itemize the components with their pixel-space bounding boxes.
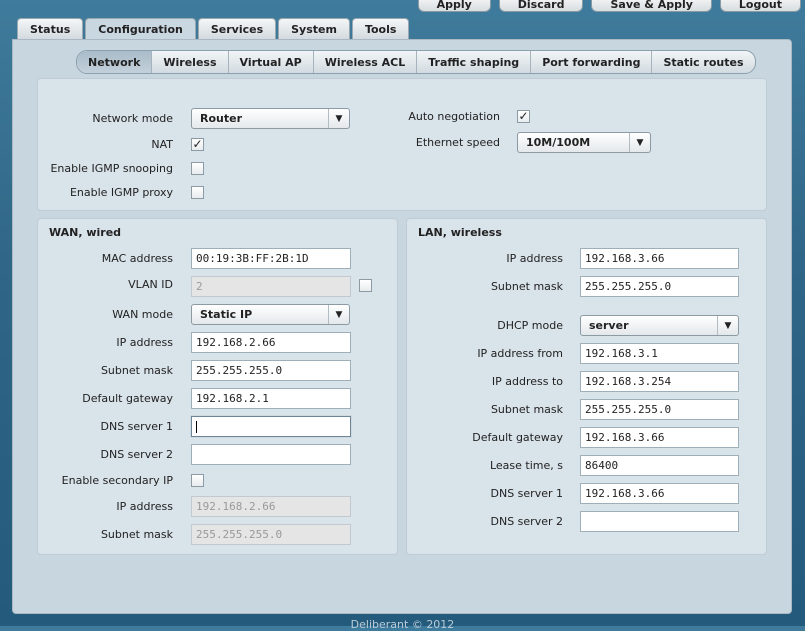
- dhcp-from-input[interactable]: 192.168.3.1: [580, 343, 739, 364]
- wan-mode-select[interactable]: Static IP ▼: [191, 304, 350, 325]
- wan-ip-input[interactable]: 192.168.2.66: [191, 332, 351, 353]
- wan-dns2-input[interactable]: [191, 444, 351, 465]
- sub-tabs: Network Wireless Virtual AP Wireless ACL…: [76, 50, 756, 74]
- wan-dns1-label: DNS server 1: [100, 420, 174, 433]
- logout-button[interactable]: Logout: [719, 0, 801, 12]
- lan-mask-input[interactable]: 255.255.255.0: [580, 276, 739, 297]
- lan-dns2-input[interactable]: [580, 511, 739, 532]
- igmp-proxy-checkbox[interactable]: [191, 186, 204, 199]
- wan-sec-ip-input[interactable]: 192.168.2.66: [191, 496, 351, 517]
- wan-secondary-checkbox[interactable]: [191, 474, 204, 487]
- tab-status[interactable]: Status: [17, 18, 84, 39]
- wan-dns1-input[interactable]: [191, 416, 351, 437]
- lan-ip-input[interactable]: 192.168.3.66: [580, 248, 739, 269]
- text-cursor: [196, 420, 197, 433]
- wan-mac-input[interactable]: 00:19:3B:FF:2B:1D: [191, 248, 351, 269]
- lease-time-input[interactable]: 86400: [580, 455, 739, 476]
- wan-mode-value: Static IP: [200, 308, 253, 321]
- wan-gateway-label: Default gateway: [82, 392, 173, 405]
- wan-gateway-input[interactable]: 192.168.2.1: [191, 388, 351, 409]
- lan-dns1-label: DNS server 1: [490, 487, 564, 500]
- tab-configuration[interactable]: Configuration: [85, 18, 196, 40]
- dhcp-mode-value: server: [589, 319, 629, 332]
- lan-title: LAN, wireless: [418, 226, 502, 239]
- wan-title: WAN, wired: [49, 226, 122, 239]
- auto-negotiation-checkbox[interactable]: ✓: [517, 110, 530, 123]
- dhcp-mask-label: Subnet mask: [490, 403, 563, 416]
- dhcp-mode-select[interactable]: server ▼: [580, 315, 739, 336]
- nat-label: NAT: [151, 138, 173, 151]
- apply-button[interactable]: Apply: [417, 0, 491, 12]
- lan-dns2-label: DNS server 2: [490, 515, 564, 528]
- lan-mask-label: Subnet mask: [490, 280, 563, 293]
- wan-vlan-label: VLAN ID: [128, 278, 173, 291]
- chevron-down-icon: ▼: [717, 316, 738, 335]
- dhcp-mask-input[interactable]: 255.255.255.0: [580, 399, 739, 420]
- wan-mac-label: MAC address: [101, 252, 173, 265]
- tab-services[interactable]: Services: [197, 18, 277, 39]
- ethernet-speed-label: Ethernet speed: [415, 136, 500, 149]
- footer-copyright: Deliberant © 2012: [350, 618, 455, 631]
- network-mode-label: Network mode: [92, 112, 173, 125]
- subtab-port-forwarding[interactable]: Port forwarding: [531, 51, 653, 73]
- top-action-bar: Apply Discard Save & Apply Logout: [417, 0, 801, 12]
- lan-dns1-input[interactable]: 192.168.3.66: [580, 483, 739, 504]
- wan-vlan-input[interactable]: 2: [191, 276, 351, 297]
- nat-checkbox[interactable]: ✓: [191, 138, 204, 151]
- chevron-down-icon: ▼: [328, 109, 349, 128]
- dhcp-from-label: IP address from: [477, 347, 563, 360]
- subtab-network[interactable]: Network: [77, 51, 153, 73]
- wan-mask-input[interactable]: 255.255.255.0: [191, 360, 351, 381]
- tab-tools[interactable]: Tools: [351, 18, 410, 39]
- dhcp-to-label: IP address to: [491, 375, 563, 388]
- dhcp-mode-label: DHCP mode: [497, 319, 563, 332]
- subtab-virtual-ap[interactable]: Virtual AP: [229, 51, 314, 73]
- auto-negotiation-label: Auto negotiation: [408, 110, 500, 123]
- main-tabs: Status Configuration Services System Too…: [17, 18, 410, 40]
- ethernet-speed-select[interactable]: 10M/100M ▼: [517, 132, 651, 153]
- chevron-down-icon: ▼: [328, 305, 349, 324]
- igmp-proxy-label: Enable IGMP proxy: [69, 186, 173, 199]
- chevron-down-icon: ▼: [629, 133, 650, 152]
- wan-vlan-checkbox[interactable]: [359, 279, 372, 292]
- network-mode-value: Router: [200, 112, 243, 125]
- discard-button[interactable]: Discard: [498, 0, 584, 12]
- subtab-wireless-acl[interactable]: Wireless ACL: [314, 51, 418, 73]
- subtab-wireless[interactable]: Wireless: [152, 51, 229, 73]
- dhcp-gateway-input[interactable]: 192.168.3.66: [580, 427, 739, 448]
- wan-sec-mask-input[interactable]: 255.255.255.0: [191, 524, 351, 545]
- wan-sec-ip-label: IP address: [116, 500, 173, 513]
- wan-dns2-label: DNS server 2: [100, 448, 174, 461]
- igmp-snooping-label: Enable IGMP snooping: [50, 162, 173, 175]
- network-mode-select[interactable]: Router ▼: [191, 108, 350, 129]
- wan-secondary-label: Enable secondary IP: [61, 474, 173, 487]
- lease-time-label: Lease time, s: [489, 459, 563, 472]
- lan-ip-label: IP address: [506, 252, 563, 265]
- subtab-static-routes[interactable]: Static routes: [652, 51, 754, 73]
- subtab-traffic-shaping[interactable]: Traffic shaping: [417, 51, 532, 73]
- dhcp-gateway-label: Default gateway: [472, 431, 563, 444]
- wan-mode-label: WAN mode: [112, 308, 173, 321]
- ethernet-speed-value: 10M/100M: [526, 136, 591, 149]
- igmp-snooping-checkbox[interactable]: [191, 162, 204, 175]
- wan-mask-label: Subnet mask: [100, 364, 173, 377]
- wan-sec-mask-label: Subnet mask: [100, 528, 173, 541]
- dhcp-to-input[interactable]: 192.168.3.254: [580, 371, 739, 392]
- tab-system[interactable]: System: [278, 18, 350, 39]
- wan-ip-label: IP address: [116, 336, 173, 349]
- save-apply-button[interactable]: Save & Apply: [591, 0, 712, 12]
